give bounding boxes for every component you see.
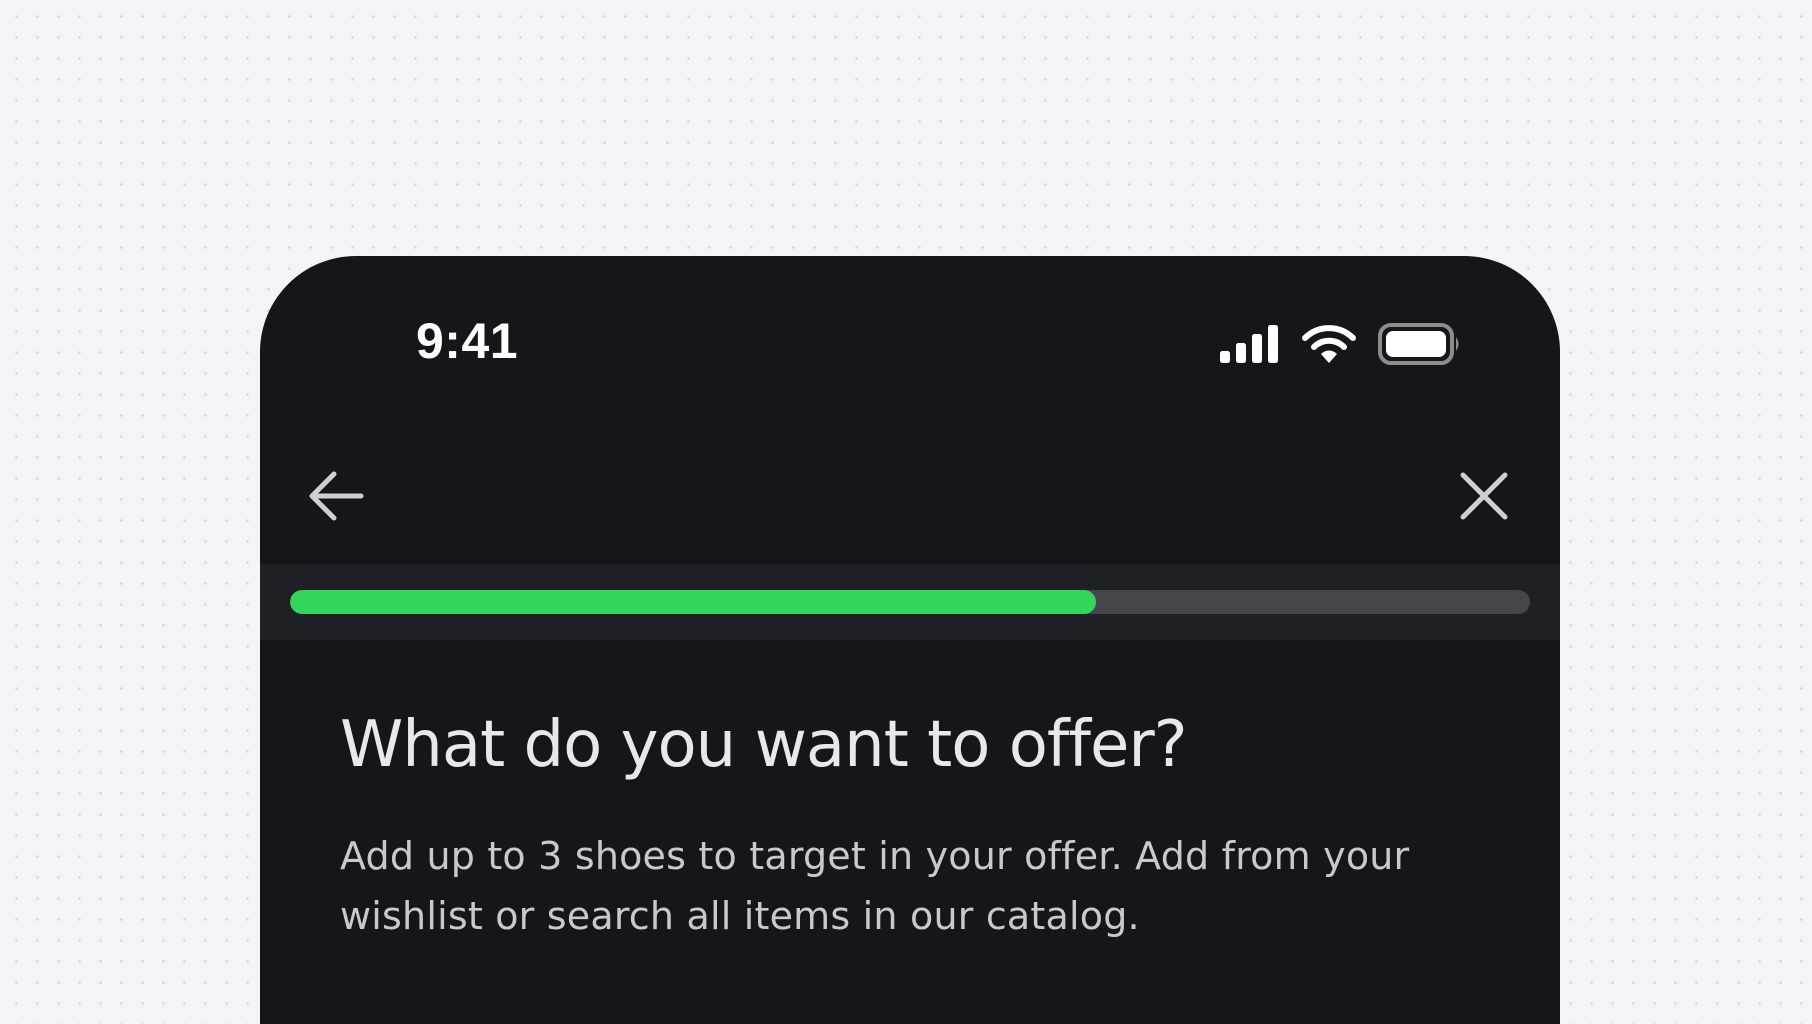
close-icon <box>1458 470 1510 522</box>
close-button[interactable] <box>1452 464 1516 528</box>
phone-screen: 9:41 What do you want to offer? Add up t… <box>260 256 1560 1024</box>
progress-track <box>290 590 1530 614</box>
top-toolbar <box>260 456 1560 536</box>
battery-icon <box>1378 323 1462 365</box>
arrow-left-icon <box>306 466 366 526</box>
status-icons <box>1220 322 1462 366</box>
progress-fill <box>290 590 1096 614</box>
status-bar: 9:41 <box>260 256 1560 376</box>
back-button[interactable] <box>304 464 368 528</box>
page-title: What do you want to offer? <box>340 708 1188 782</box>
page-description: Add up to 3 shoes to target in your offe… <box>340 834 1410 939</box>
cellular-signal-icon <box>1220 325 1280 363</box>
progress-section <box>260 564 1560 640</box>
status-time: 9:41 <box>416 313 519 369</box>
wifi-icon <box>1302 325 1356 363</box>
main-content: What do you want to offer? Add up to 3 s… <box>340 710 1480 946</box>
